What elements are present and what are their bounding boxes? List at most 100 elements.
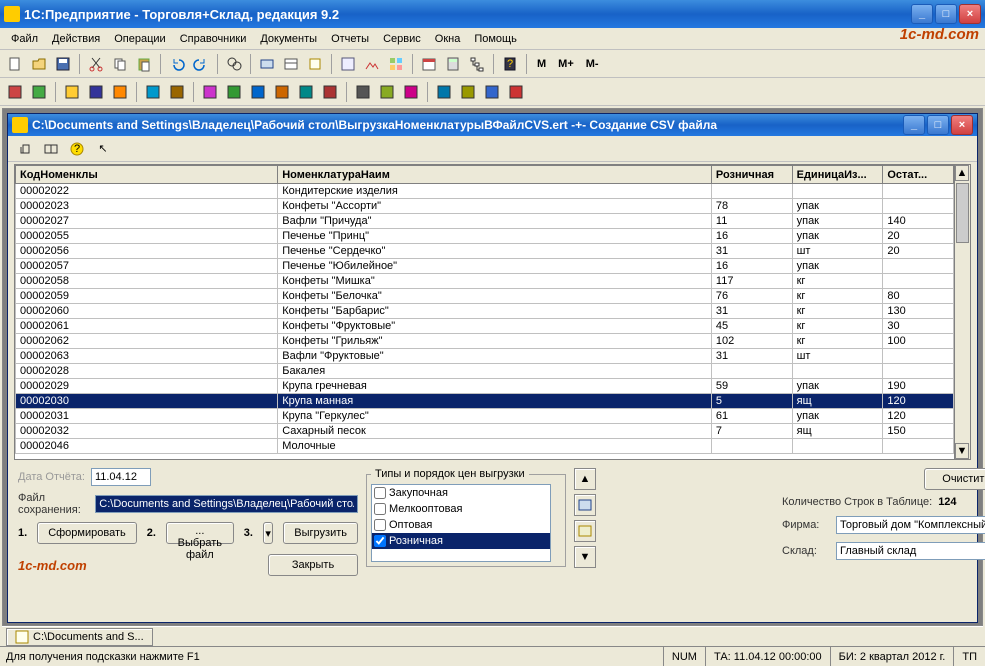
save-icon[interactable]	[52, 53, 74, 75]
price-types-list[interactable]: ЗакупочнаяМелкооптоваяОптоваяРозничная	[371, 484, 551, 562]
tool-icon-2[interactable]	[280, 53, 302, 75]
tb2-icon-3[interactable]	[85, 81, 107, 103]
tool-icon-5[interactable]	[361, 53, 383, 75]
table-row[interactable]: 00002031Крупа "Геркулес"61упак120	[16, 409, 954, 424]
tb2-icon-10[interactable]	[271, 81, 293, 103]
col-header[interactable]: ЕдиницаИз...	[792, 166, 883, 184]
price-checkbox[interactable]	[374, 535, 386, 547]
menu-файл[interactable]: Файл	[4, 31, 45, 47]
table-row[interactable]: 00002027Вафли "Причуда"11упак140	[16, 214, 954, 229]
table-row[interactable]: 00002028Бакалея	[16, 364, 954, 379]
table-row[interactable]: 00002060Конфеты "Барбарис"31кг130	[16, 304, 954, 319]
table-row[interactable]: 00002029Крупа гречневая59упак190	[16, 379, 954, 394]
assign2-button[interactable]	[574, 520, 596, 542]
tool-icon-1[interactable]	[256, 53, 278, 75]
clear-table-button[interactable]: Очистить Таблицу	[924, 468, 985, 490]
menu-сервис[interactable]: Сервис	[376, 31, 428, 47]
undo-icon[interactable]	[166, 53, 188, 75]
tb2-icon-2[interactable]	[61, 81, 83, 103]
find-icon[interactable]	[223, 53, 245, 75]
price-option[interactable]: Закупочная	[372, 485, 550, 501]
table-row[interactable]: 00002030Крупа манная5ящ120	[16, 394, 954, 409]
cut-icon[interactable]	[85, 53, 107, 75]
price-checkbox[interactable]	[374, 519, 386, 531]
tb2-icon-18[interactable]	[481, 81, 503, 103]
table-row[interactable]: 00002023Конфеты "Ассорти"78упак	[16, 199, 954, 214]
redo-icon[interactable]	[190, 53, 212, 75]
step3-dropdown-button[interactable]: ▾	[263, 522, 273, 544]
mem-m-button[interactable]: M	[532, 53, 551, 75]
table-row[interactable]: 00002055Печенье "Принц"16упак20	[16, 229, 954, 244]
tb2-icon-6[interactable]	[166, 81, 188, 103]
col-header[interactable]: Остат...	[883, 166, 954, 184]
table-row[interactable]: 00002032Сахарный песок7ящ150	[16, 424, 954, 439]
price-option[interactable]: Мелкооптовая	[372, 501, 550, 517]
tool-icon-4[interactable]	[337, 53, 359, 75]
tb2-icon-15[interactable]	[400, 81, 422, 103]
move-down-button[interactable]: ▼	[574, 546, 596, 568]
close-dialog-button[interactable]: Закрыть	[268, 554, 358, 576]
mem-mminus-button[interactable]: M-	[581, 53, 604, 75]
menu-помощь[interactable]: Помощь	[467, 31, 524, 47]
child-minimize-button[interactable]: _	[903, 115, 925, 135]
table-row[interactable]: 00002022Кондитерские изделия	[16, 184, 954, 199]
copy-icon[interactable]	[109, 53, 131, 75]
tb2-icon-16[interactable]	[433, 81, 455, 103]
menu-действия[interactable]: Действия	[45, 31, 107, 47]
tb2-icon-14[interactable]	[376, 81, 398, 103]
menu-документы[interactable]: Документы	[253, 31, 324, 47]
tb2-icon-8[interactable]	[223, 81, 245, 103]
ct-icon-2[interactable]	[40, 138, 62, 160]
table-row[interactable]: 00002056Печенье "Сердечко"31шт20	[16, 244, 954, 259]
menu-окна[interactable]: Окна	[428, 31, 468, 47]
new-icon[interactable]	[4, 53, 26, 75]
firm-field[interactable]	[836, 516, 985, 534]
calendar-icon[interactable]	[418, 53, 440, 75]
tb2-icon-11[interactable]	[295, 81, 317, 103]
tb2-icon-7[interactable]	[199, 81, 221, 103]
price-checkbox[interactable]	[374, 503, 386, 515]
store-field[interactable]	[836, 542, 985, 560]
price-checkbox[interactable]	[374, 487, 386, 499]
mem-mplus-button[interactable]: M+	[553, 53, 579, 75]
table-row[interactable]: 00002058Конфеты "Мишка"117кг	[16, 274, 954, 289]
tb2-icon-9[interactable]	[247, 81, 269, 103]
child-close-button[interactable]: ×	[951, 115, 973, 135]
choose-file-button[interactable]: ... Выбрать файл	[166, 522, 234, 544]
calculator-icon[interactable]	[442, 53, 464, 75]
tool-icon-3[interactable]	[304, 53, 326, 75]
open-icon[interactable]	[28, 53, 50, 75]
tb2-icon-13[interactable]	[352, 81, 374, 103]
help-icon[interactable]: ?	[499, 53, 521, 75]
tb2-icon-5[interactable]	[142, 81, 164, 103]
table-row[interactable]: 00002062Конфеты "Грильяж"102кг100	[16, 334, 954, 349]
mdi-tab[interactable]: C:\Documents and S...	[6, 628, 153, 646]
child-maximize-button[interactable]: □	[927, 115, 949, 135]
move-up-button[interactable]: ▲	[574, 468, 596, 490]
tb2-icon-0[interactable]	[4, 81, 26, 103]
tree-icon[interactable]	[466, 53, 488, 75]
table-row[interactable]: 00002059Конфеты "Белочка"76кг80	[16, 289, 954, 304]
tb2-icon-1[interactable]	[28, 81, 50, 103]
save-file-field[interactable]	[95, 495, 358, 513]
table-row[interactable]: 00002057Печенье "Юбилейное"16упак	[16, 259, 954, 274]
table-row[interactable]: 00002046Молочные	[16, 439, 954, 454]
report-date-field[interactable]	[91, 468, 151, 486]
price-option[interactable]: Розничная	[372, 533, 550, 549]
menu-операции[interactable]: Операции	[107, 31, 172, 47]
tb2-icon-19[interactable]	[505, 81, 527, 103]
table-row[interactable]: 00002061Конфеты "Фруктовые"45кг30	[16, 319, 954, 334]
tb2-icon-12[interactable]	[319, 81, 341, 103]
export-button[interactable]: Выгрузить	[283, 522, 358, 544]
grid-scrollbar[interactable]: ▲ ▼	[954, 165, 970, 459]
tb2-icon-4[interactable]	[109, 81, 131, 103]
col-header[interactable]: НоменклатураНаим	[278, 166, 712, 184]
scroll-down-icon[interactable]: ▼	[955, 443, 969, 459]
ct-cursor-icon[interactable]: ↖	[92, 138, 114, 160]
assign1-button[interactable]	[574, 494, 596, 516]
scroll-up-icon[interactable]: ▲	[955, 165, 969, 181]
minimize-button[interactable]: _	[911, 4, 933, 24]
paste-icon[interactable]	[133, 53, 155, 75]
price-option[interactable]: Оптовая	[372, 517, 550, 533]
data-grid[interactable]: КодНоменклыНоменклатураНаимРозничнаяЕдин…	[14, 164, 971, 460]
